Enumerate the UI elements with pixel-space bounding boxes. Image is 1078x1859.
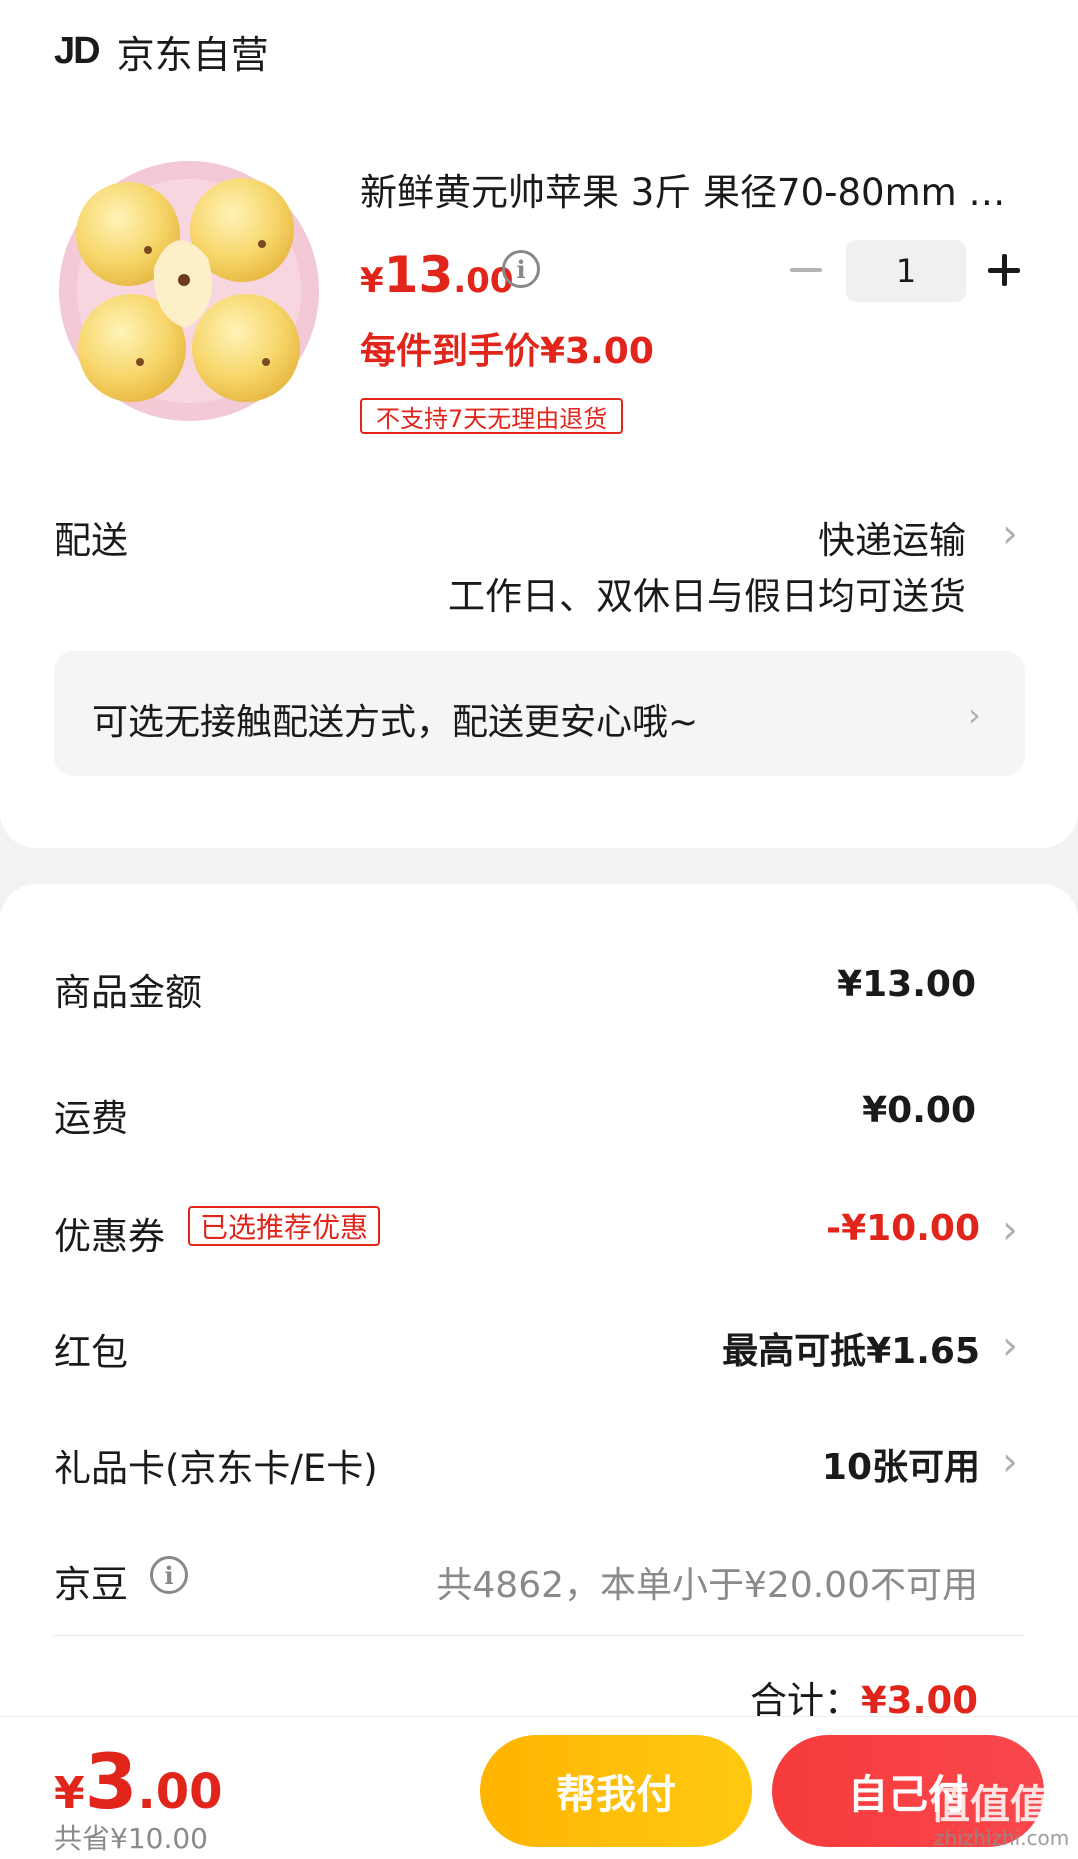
price-integer: 13 bbox=[383, 246, 454, 304]
payable-integer: 3 bbox=[84, 1737, 138, 1826]
divider bbox=[54, 1635, 1025, 1636]
total-saved: 共省¥10.00 bbox=[54, 1822, 208, 1855]
product-price: ¥ 13 .00 bbox=[360, 246, 514, 304]
contactless-delivery-option[interactable]: 可选无接触配送方式，配送更安心哦~ › bbox=[54, 651, 1025, 776]
coupon-label: 优惠券 bbox=[54, 1215, 165, 1258]
quantity-minus-button[interactable] bbox=[786, 250, 826, 290]
shop-header[interactable]: JD 京东自营 bbox=[54, 26, 269, 77]
jd-beans-label: 京豆 bbox=[54, 1563, 128, 1606]
coupon-recommended-badge: 已选推荐优惠 bbox=[188, 1206, 381, 1246]
quantity-input[interactable]: 1 bbox=[846, 240, 966, 302]
watermark-url: zhizhizhi.com bbox=[934, 1826, 1070, 1850]
goods-amount-label: 商品金额 bbox=[54, 971, 202, 1014]
shop-name: 京东自营 bbox=[116, 32, 269, 77]
quantity-plus-button[interactable] bbox=[984, 250, 1024, 290]
jd-beans-value: 共4862，本单小于¥20.00不可用 bbox=[436, 1565, 978, 1606]
jd-logo: JD bbox=[54, 29, 101, 72]
chevron-right-icon: › bbox=[968, 696, 981, 734]
shipping-label: 运费 bbox=[54, 1097, 128, 1140]
return-policy-badge: 不支持7天无理由退货 bbox=[360, 398, 624, 434]
payable-price: ¥ 3 .00 bbox=[54, 1737, 223, 1826]
price-symbol: ¥ bbox=[360, 261, 384, 301]
payable-symbol: ¥ bbox=[54, 1768, 85, 1819]
chevron-right-icon[interactable]: › bbox=[1002, 1442, 1028, 1482]
chevron-right-icon[interactable]: › bbox=[1002, 514, 1028, 554]
beans-info-icon[interactable]: i bbox=[150, 1556, 188, 1594]
product-title[interactable]: 新鲜黄元帅苹果 3斤 果径70-80mm … bbox=[360, 162, 1020, 216]
price-info-icon[interactable]: i bbox=[502, 250, 540, 288]
red-packet-value[interactable]: 最高可抵¥1.65 bbox=[722, 1322, 980, 1374]
goods-amount-value: ¥13.00 bbox=[837, 964, 976, 1005]
gift-card-value[interactable]: 10张可用 bbox=[822, 1438, 980, 1490]
unit-price: 每件到手价¥3.00 bbox=[360, 331, 654, 372]
help-me-pay-button[interactable]: 帮我付 bbox=[480, 1735, 752, 1847]
coupon-value[interactable]: -¥10.00 bbox=[826, 1208, 980, 1249]
watermark-logo: 值值值 bbox=[930, 1782, 1050, 1828]
delivery-method[interactable]: 快递运输 bbox=[818, 510, 966, 564]
shipping-value: ¥0.00 bbox=[862, 1090, 976, 1131]
payable-decimal: .00 bbox=[137, 1764, 223, 1820]
delivery-label: 配送 bbox=[54, 519, 128, 562]
checkout-bar: ¥ 3 .00 共省¥10.00 帮我付 自己付 bbox=[0, 1716, 1078, 1859]
gift-card-label: 礼品卡(京东卡/E卡) bbox=[54, 1447, 378, 1490]
delivery-time: 工作日、双休日与假日均可送货 bbox=[448, 575, 966, 618]
order-item-card: JD 京东自营 新鲜黄元帅苹果 3斤 果径70-80mm … ¥ 13 .00 … bbox=[0, 0, 1078, 848]
chevron-right-icon[interactable]: › bbox=[1002, 1326, 1028, 1366]
minus-icon bbox=[790, 268, 822, 272]
contactless-text: 可选无接触配送方式，配送更安心哦~ bbox=[92, 702, 699, 743]
red-packet-label: 红包 bbox=[54, 1331, 128, 1374]
product-image[interactable] bbox=[56, 158, 322, 424]
chevron-right-icon[interactable]: › bbox=[1002, 1210, 1028, 1250]
